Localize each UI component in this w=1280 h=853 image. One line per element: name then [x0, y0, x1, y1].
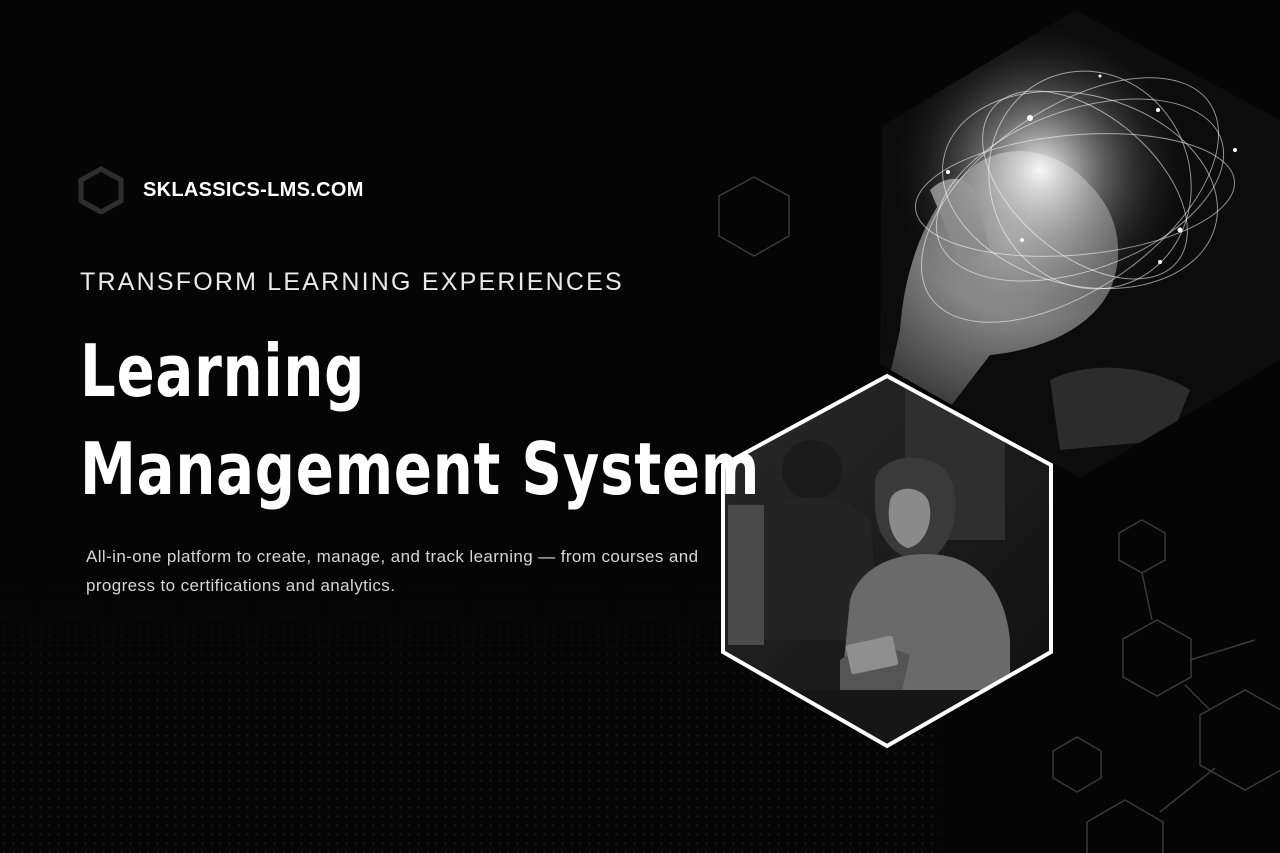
decor-hexagon	[1052, 736, 1102, 793]
brand[interactable]: SKLASSICS-LMS.COM	[78, 166, 364, 214]
decor-hexagon	[1118, 519, 1166, 574]
decor-hexagon	[1199, 689, 1280, 791]
headline-line-2: Management System	[80, 427, 761, 511]
page-title: Learning Management System	[80, 322, 760, 518]
decor-hexagon	[718, 176, 790, 257]
hexagon-icon	[78, 166, 124, 214]
headline-line-1: Learning	[80, 329, 366, 413]
description: All-in-one platform to create, manage, a…	[86, 547, 699, 595]
brand-name: SKLASSICS-LMS.COM	[143, 178, 364, 201]
decor-hexagon	[1122, 619, 1192, 697]
decor-hexagon	[1086, 799, 1164, 853]
tagline: TRANSFORM LEARNING EXPERIENCES	[80, 268, 624, 296]
